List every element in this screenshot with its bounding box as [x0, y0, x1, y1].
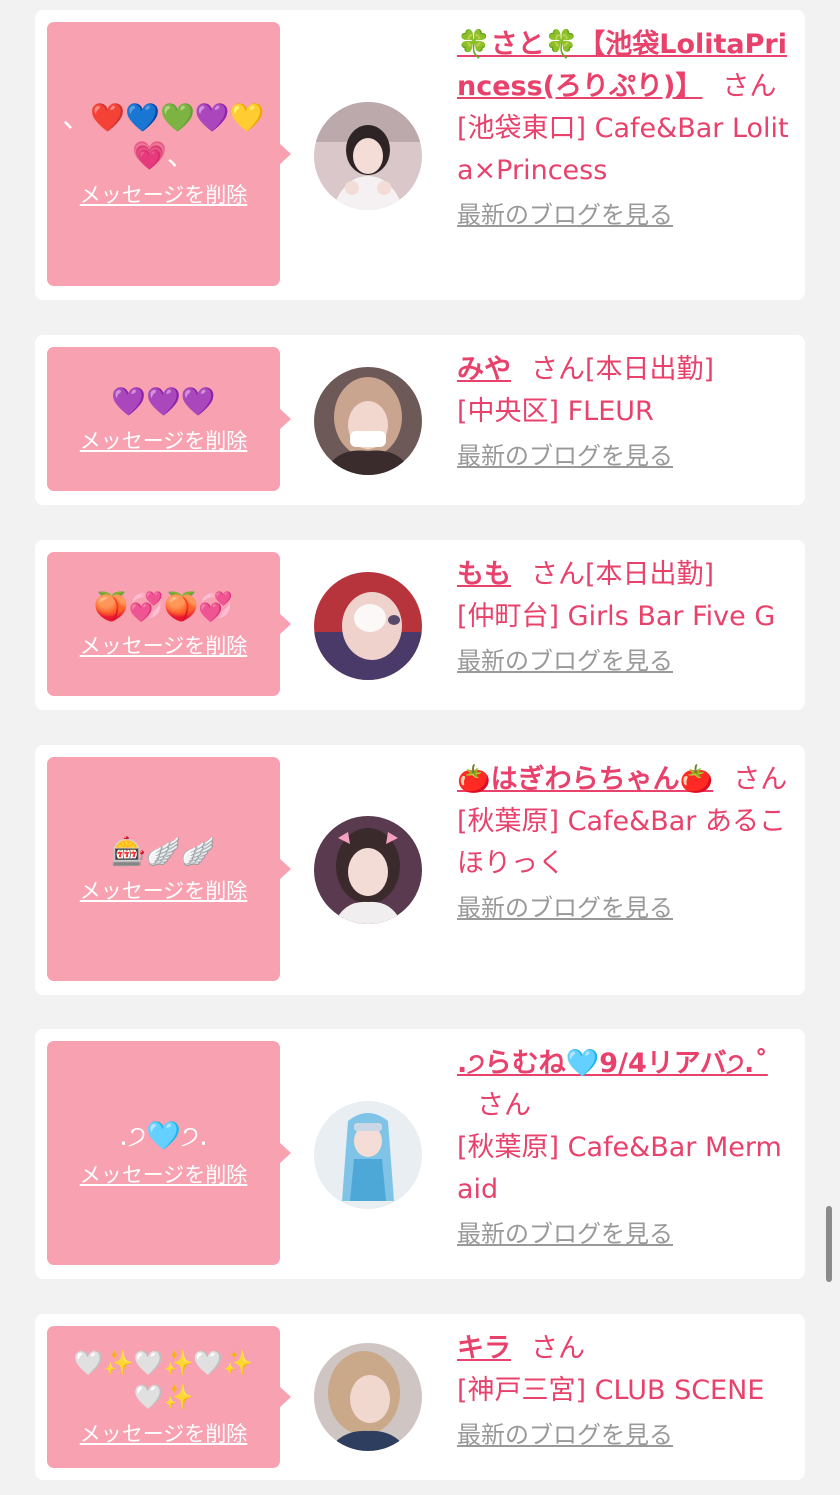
name-line: もも さん[本日出勤] [457, 554, 795, 596]
list-item: 💜💜💜 メッセージを削除 みや さん[本日出勤] [中央区] FLEUR 最新のブ… [35, 335, 805, 505]
shop-info: [秋葉原] Cafe&Bar あるこほりっく [457, 806, 786, 879]
message-bubble: 🎰🪽🪽 メッセージを削除 [47, 757, 291, 981]
message-bubble: 🍑💞🍑💞 メッセージを削除 [47, 552, 291, 696]
message-bubble: 🤍✨🤍✨🤍✨🤍✨ メッセージを削除 [47, 1326, 291, 1468]
girl-info: .੭らむね🩵9/4リアバ੭.˚ さん [秋葉原] Cafe&Bar Mermaid… [457, 1043, 795, 1249]
message-text: 🎰🪽🪽 [111, 835, 216, 868]
message-text: 💜💜💜 [111, 385, 216, 418]
delete-message-link[interactable]: メッセージを削除 [80, 181, 248, 209]
message-text: 🤍✨🤍✨🤍✨🤍✨ [73, 1349, 254, 1411]
list-item: 🤍✨🤍✨🤍✨🤍✨ メッセージを削除 キラ さん [神戸三宮] CLUB SCENE… [35, 1314, 805, 1480]
shop-info: [秋葉原] Cafe&Bar Mermaid [457, 1132, 782, 1205]
girl-info: みや さん[本日出勤] [中央区] FLEUR 最新のブログを見る [457, 349, 795, 471]
delete-message-link[interactable]: メッセージを削除 [80, 877, 248, 905]
scrollbar[interactable] [826, 1206, 832, 1282]
avatar[interactable] [314, 572, 422, 680]
message-text: 、❤️💙💚💜💛💗、 [62, 101, 265, 172]
avatar[interactable] [314, 102, 422, 210]
delete-message-link[interactable]: メッセージを削除 [80, 1161, 248, 1189]
girl-name-link[interactable]: もも [457, 559, 511, 590]
girl-name-link[interactable]: .੭らむね🩵9/4リアバ੭.˚ [457, 1048, 768, 1079]
message-bubble: 💜💜💜 メッセージを削除 [47, 347, 291, 491]
attendance-status: [本日出勤] [585, 354, 715, 385]
latest-blog-link[interactable]: 最新のブログを見る [457, 893, 673, 923]
message-text: 🍑💞🍑💞 [93, 590, 234, 623]
name-line: キラ さん [457, 1328, 795, 1370]
latest-blog-link[interactable]: 最新のブログを見る [457, 1420, 673, 1450]
shop-info: [神戸三宮] CLUB SCENE [457, 1375, 765, 1406]
list-item: 、❤️💙💚💜💛💗、 メッセージを削除 🍀さと🍀【池袋LolitaPrincess… [35, 10, 805, 300]
name-line: 🍅はぎわらちゃん🍅 さん [457, 759, 795, 801]
latest-blog-link[interactable]: 最新のブログを見る [457, 646, 673, 676]
honorific: さん [531, 354, 585, 385]
shop-info: [池袋東口] Cafe&Bar Lolita×Princess [457, 113, 789, 186]
girl-name-link[interactable]: 🍅はぎわらちゃん🍅 [457, 764, 713, 795]
girl-info: もも さん[本日出勤] [仲町台] Girls Bar Five G 最新のブログ… [457, 554, 795, 676]
name-line: .੭らむね🩵9/4リアバ੭.˚ さん [457, 1043, 795, 1127]
message-bubble: 、❤️💙💚💜💛💗、 メッセージを削除 [47, 22, 291, 286]
delete-message-link[interactable]: メッセージを削除 [80, 632, 248, 660]
avatar[interactable] [314, 367, 422, 475]
name-line: みや さん[本日出勤] [457, 349, 795, 391]
list-item: 🍑💞🍑💞 メッセージを削除 もも さん[本日出勤] [仲町台] Girls Bar… [35, 540, 805, 710]
honorific: さん [531, 1333, 585, 1364]
attendance-status: [本日出勤] [585, 559, 715, 590]
list-item: 🎰🪽🪽 メッセージを削除 🍅はぎわらちゃん🍅 さん [秋葉原] Cafe&Bar … [35, 745, 805, 995]
avatar[interactable] [314, 816, 422, 924]
favorites-message-list: 、❤️💙💚💜💛💗、 メッセージを削除 🍀さと🍀【池袋LolitaPrincess… [0, 0, 840, 1495]
girl-info: 🍀さと🍀【池袋LolitaPrincess(ろりぷり)】 さん [池袋東口] Ca… [457, 24, 795, 230]
shop-info: [仲町台] Girls Bar Five G [457, 601, 776, 632]
name-line: 🍀さと🍀【池袋LolitaPrincess(ろりぷり)】 さん [457, 24, 795, 108]
delete-message-link[interactable]: メッセージを削除 [80, 1420, 248, 1448]
shop-info: [中央区] FLEUR [457, 396, 654, 427]
latest-blog-link[interactable]: 最新のブログを見る [457, 441, 673, 471]
avatar[interactable] [314, 1101, 422, 1209]
latest-blog-link[interactable]: 最新のブログを見る [457, 1219, 673, 1249]
honorific: さん [477, 1090, 531, 1121]
honorific: さん [531, 559, 585, 590]
honorific: さん [722, 71, 777, 102]
message-text: .੭🩵੭. [119, 1119, 208, 1152]
delete-message-link[interactable]: メッセージを削除 [80, 427, 248, 455]
girl-name-link[interactable]: みや [457, 354, 511, 385]
girl-info: 🍅はぎわらちゃん🍅 さん [秋葉原] Cafe&Bar あるこほりっく 最新のブロ… [457, 759, 795, 923]
honorific: さん [733, 764, 788, 795]
message-bubble: .੭🩵੭. メッセージを削除 [47, 1041, 291, 1265]
latest-blog-link[interactable]: 最新のブログを見る [457, 200, 673, 230]
avatar[interactable] [314, 1343, 422, 1451]
list-item: .੭🩵੭. メッセージを削除 .੭らむね🩵9/4リアバ੭.˚ さん [秋葉原] C… [35, 1029, 805, 1279]
girl-info: キラ さん [神戸三宮] CLUB SCENE 最新のブログを見る [457, 1328, 795, 1450]
girl-name-link[interactable]: キラ [457, 1333, 511, 1364]
